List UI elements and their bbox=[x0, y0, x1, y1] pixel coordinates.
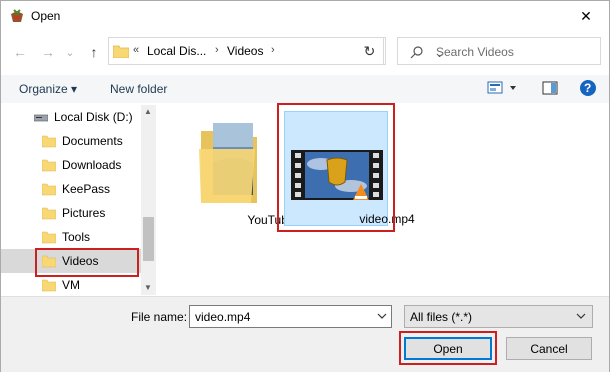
view-icon bbox=[487, 81, 516, 94]
close-button[interactable]: ✕ bbox=[563, 1, 609, 32]
recent-locations-button[interactable]: ⌄ bbox=[61, 43, 79, 61]
chevron-down-icon: ⌄ bbox=[65, 46, 75, 59]
sidebar-item-downloads[interactable]: Downloads bbox=[1, 153, 141, 177]
search-icon bbox=[410, 46, 423, 59]
sidebar-videos-highlight bbox=[35, 248, 139, 277]
sidebar-item-label: KeePass bbox=[62, 182, 111, 196]
sidebar-item-local-disk[interactable]: Local Disk (D:) bbox=[1, 105, 141, 129]
title-bar: Open ✕ bbox=[1, 1, 609, 32]
file-type-value: All files (*.*) bbox=[410, 310, 473, 324]
command-bar: Organize ▾ New folder ? bbox=[1, 75, 609, 103]
folder-icon bbox=[113, 45, 129, 58]
back-button[interactable]: ← bbox=[11, 43, 29, 61]
open-dialog: Open ✕ ← → ⌄ ↑ « Local Dis... › Videos ›… bbox=[0, 0, 610, 372]
breadcrumb-separator[interactable]: › bbox=[271, 44, 275, 56]
forward-arrow-icon: → bbox=[41, 44, 55, 60]
refresh-button[interactable]: ↻ bbox=[356, 37, 384, 65]
folder-icon bbox=[42, 183, 56, 196]
up-arrow-icon: ↑ bbox=[90, 44, 98, 60]
preview-pane-button[interactable] bbox=[542, 80, 558, 99]
address-bar[interactable]: « Local Dis... › Videos › ⌄ bbox=[108, 37, 444, 65]
file-type-filter[interactable]: All files (*.*) bbox=[404, 305, 593, 328]
file-name-label: File name: bbox=[131, 310, 188, 324]
scroll-up-icon[interactable]: ▲ bbox=[144, 107, 152, 116]
file-item-youtube[interactable]: YouTube bbox=[187, 113, 295, 228]
folder-icon bbox=[42, 135, 56, 148]
sidebar-item-keepass[interactable]: KeePass bbox=[1, 177, 141, 201]
sidebar-item-label: Local Disk (D:) bbox=[54, 110, 133, 124]
help-glyph: ? bbox=[584, 81, 592, 95]
breadcrumb-local-disk[interactable]: Local Dis... bbox=[147, 44, 206, 58]
search-placeholder: Search Videos bbox=[436, 45, 514, 59]
help-button[interactable]: ? bbox=[579, 79, 597, 100]
scroll-down-icon[interactable]: ▼ bbox=[144, 283, 152, 292]
chevron-down-icon bbox=[576, 313, 586, 319]
file-name-input[interactable]: video.mp4 bbox=[189, 305, 392, 328]
sidebar-item-tools[interactable]: Tools bbox=[1, 225, 141, 249]
chevron-down-icon[interactable] bbox=[377, 311, 387, 321]
cancel-button[interactable]: Cancel bbox=[506, 337, 592, 360]
window-title: Open bbox=[31, 9, 61, 23]
file-name-value: video.mp4 bbox=[195, 310, 251, 324]
breadcrumb-separator[interactable]: › bbox=[215, 44, 219, 56]
new-folder-button[interactable]: New folder bbox=[110, 82, 167, 96]
back-arrow-icon: ← bbox=[13, 44, 27, 60]
sidebar-item-pictures[interactable]: Pictures bbox=[1, 201, 141, 225]
sidebar-scrollbar[interactable]: ▲ ▼ bbox=[141, 105, 156, 295]
bottom-panel: File name: video.mp4 All files (*.*) Ope… bbox=[1, 296, 609, 372]
breadcrumb-videos[interactable]: Videos bbox=[227, 44, 263, 58]
folder-icon bbox=[42, 207, 56, 220]
overflow-chevron[interactable]: « bbox=[133, 44, 139, 56]
folder-icon bbox=[42, 159, 56, 172]
sidebar-item-label: Tools bbox=[62, 230, 91, 244]
sidebar-item-documents[interactable]: Documents bbox=[1, 129, 141, 153]
sidebar-item-label: Documents bbox=[62, 134, 123, 148]
search-box[interactable]: Search Videos bbox=[397, 37, 601, 65]
preview-pane-icon bbox=[542, 81, 558, 95]
close-icon: ✕ bbox=[580, 8, 592, 24]
video-file-highlight bbox=[277, 103, 395, 232]
scrollbar-thumb[interactable] bbox=[143, 217, 154, 261]
view-options-button[interactable] bbox=[487, 80, 517, 99]
cancel-button-label: Cancel bbox=[530, 341, 568, 356]
organize-menu[interactable]: Organize ▾ bbox=[19, 82, 77, 96]
sidebar-item-label: Pictures bbox=[62, 206, 106, 220]
folder-thumbnail-icon bbox=[199, 123, 257, 203]
navigation-bar: ← → ⌄ ↑ « Local Dis... › Videos › ⌄ ↻ Se… bbox=[1, 32, 609, 72]
open-button-highlight bbox=[399, 331, 497, 365]
forward-button[interactable]: → bbox=[39, 43, 57, 61]
drive-icon bbox=[34, 114, 48, 122]
app-icon bbox=[11, 9, 23, 22]
folder-icon bbox=[42, 279, 56, 292]
up-button[interactable]: ↑ bbox=[85, 43, 103, 61]
sidebar-item-label: Downloads bbox=[62, 158, 122, 172]
refresh-icon: ↻ bbox=[363, 42, 376, 59]
folder-icon bbox=[42, 231, 56, 244]
sidebar-item-label: VM bbox=[62, 278, 80, 292]
